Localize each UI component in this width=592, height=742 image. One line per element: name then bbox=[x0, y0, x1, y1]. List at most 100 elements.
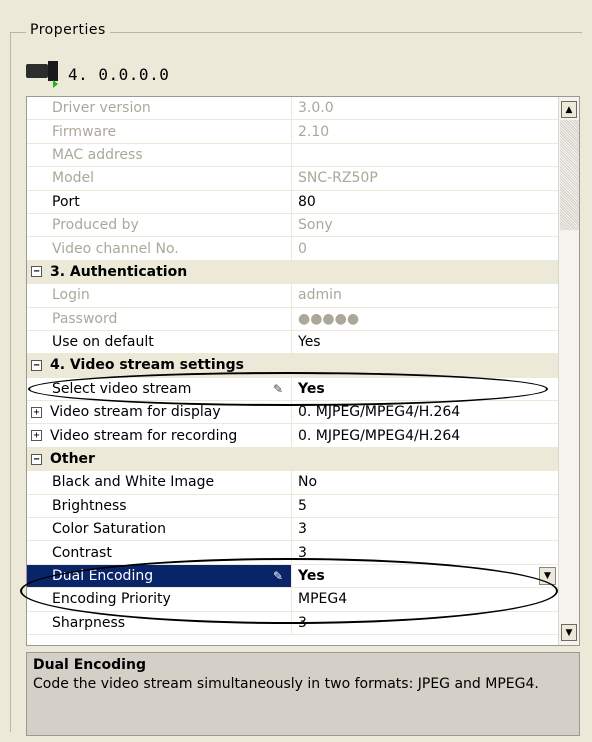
edit-pen-icon: ✎ bbox=[272, 381, 283, 396]
expand-icon[interactable]: + bbox=[31, 430, 42, 442]
property-name: MAC address bbox=[52, 146, 143, 163]
scroll-up-button[interactable]: ▲ bbox=[561, 101, 577, 118]
property-name: Brightness bbox=[52, 497, 127, 514]
property-row[interactable]: + Video stream for recording 0. MJPEG/MPEG… bbox=[27, 424, 558, 448]
property-value-text: Sony bbox=[298, 217, 333, 234]
expand-icon[interactable]: + bbox=[31, 406, 42, 418]
property-value-text: 2.10 bbox=[298, 123, 330, 140]
property-row[interactable]: Produced by Sony bbox=[27, 213, 558, 238]
property-value[interactable]: 0. MJPEG/MPEG4/H.264 bbox=[292, 424, 558, 446]
property-name: Color Saturation bbox=[52, 521, 166, 538]
property-value[interactable]: Yes bbox=[292, 331, 558, 353]
property-value-text: Yes bbox=[298, 380, 325, 397]
property-name: 4. Video stream settings bbox=[50, 357, 244, 374]
collapse-icon[interactable]: − bbox=[31, 359, 42, 371]
property-value[interactable]: 3 bbox=[292, 612, 558, 634]
section-header[interactable]: −3. Authentication bbox=[27, 260, 558, 285]
property-value[interactable]: SNC-RZ50P bbox=[292, 167, 558, 189]
property-row[interactable]: Use on default Yes bbox=[27, 330, 558, 355]
property-value[interactable]: 5 bbox=[292, 495, 558, 517]
property-name: Contrast bbox=[52, 544, 112, 561]
chevron-down-icon: ▼ bbox=[544, 571, 551, 581]
property-value[interactable]: ●●●●● bbox=[292, 308, 558, 330]
property-value[interactable]: admin bbox=[292, 284, 558, 306]
property-name: Sharpness bbox=[52, 614, 126, 631]
property-value-text: 3 bbox=[298, 614, 307, 631]
property-name: Login bbox=[52, 287, 90, 304]
camera-label: 4. 0.0.0.0 bbox=[68, 64, 170, 84]
property-row[interactable]: Contrast 3 bbox=[27, 541, 558, 565]
property-name: Driver version bbox=[52, 100, 151, 117]
property-name: Black and White Image bbox=[52, 474, 215, 491]
property-row[interactable]: Encoding Priority MPEG4 bbox=[27, 588, 558, 612]
dropdown-button[interactable]: ▼ bbox=[539, 567, 556, 585]
collapse-icon[interactable]: − bbox=[31, 266, 42, 278]
help-panel: Dual Encoding Code the video stream simu… bbox=[26, 652, 580, 736]
property-value[interactable]: 0 bbox=[292, 237, 558, 259]
section-header[interactable]: −4. Video stream settings bbox=[27, 354, 558, 378]
property-row[interactable]: Driver version 3.0.0 bbox=[27, 97, 558, 121]
property-value[interactable] bbox=[292, 447, 558, 471]
property-row[interactable]: Select video stream ✎ Yes bbox=[27, 377, 558, 402]
property-value-text: admin bbox=[298, 287, 342, 304]
property-name: Video stream for display bbox=[50, 404, 221, 421]
help-text: Code the video stream simultaneously in … bbox=[33, 676, 539, 692]
property-value-text: 80 bbox=[298, 193, 316, 210]
property-value[interactable] bbox=[292, 260, 558, 284]
property-value-text: 3.0.0 bbox=[298, 100, 334, 117]
camera-icon bbox=[26, 60, 62, 88]
scroll-down-button[interactable]: ▼ bbox=[561, 624, 577, 641]
property-value[interactable]: 3 bbox=[292, 518, 558, 540]
property-row[interactable]: Color Saturation 3 bbox=[27, 518, 558, 542]
property-grid-rows: Driver version 3.0.0 Firmware 2.10 MAC addre… bbox=[27, 97, 558, 635]
property-value[interactable]: 3.0.0 bbox=[292, 97, 558, 119]
property-row[interactable]: Video channel No. 0 bbox=[27, 237, 558, 261]
property-row[interactable]: Port 80 bbox=[27, 190, 558, 214]
property-value-text: Yes bbox=[298, 334, 321, 351]
scrollbar-track[interactable] bbox=[560, 120, 579, 230]
property-value[interactable]: 0. MJPEG/MPEG4/H.264 bbox=[292, 401, 558, 423]
property-value[interactable]: 2.10 bbox=[292, 120, 558, 142]
properties-title: Properties bbox=[26, 22, 110, 38]
property-row[interactable]: Model SNC-RZ50P bbox=[27, 167, 558, 191]
property-row[interactable]: Sharpness 3 bbox=[27, 611, 558, 635]
property-row[interactable]: Password ●●●●● bbox=[27, 307, 558, 331]
property-row[interactable]: MAC address bbox=[27, 143, 558, 168]
property-row[interactable]: Login admin bbox=[27, 284, 558, 308]
property-value[interactable]: Yes ▼ bbox=[292, 565, 558, 587]
property-row[interactable]: + Video stream for display 0. MJPEG/MPEG4/… bbox=[27, 401, 558, 425]
property-value-text: ●●●●● bbox=[298, 310, 360, 327]
property-value[interactable]: MPEG4 bbox=[292, 588, 558, 610]
property-value[interactable]: Yes bbox=[292, 378, 558, 400]
property-row[interactable]: Black and White Image No bbox=[27, 471, 558, 495]
arrow-down-icon: ▼ bbox=[565, 627, 573, 638]
property-value-text: SNC-RZ50P bbox=[298, 170, 378, 187]
properties-panel: Properties 4. 0.0.0.0 Driver version 3.0.… bbox=[0, 0, 592, 742]
property-value[interactable]: Sony bbox=[292, 214, 558, 236]
property-name: Model bbox=[52, 170, 95, 187]
help-title: Dual Encoding bbox=[33, 657, 146, 673]
property-name: Produced by bbox=[52, 217, 139, 234]
property-name: Port bbox=[52, 193, 80, 210]
property-value[interactable] bbox=[292, 354, 558, 377]
property-name: Firmware bbox=[52, 123, 117, 140]
camera-header: 4. 0.0.0.0 bbox=[26, 58, 169, 90]
property-name: Video channel No. bbox=[52, 240, 179, 257]
property-value[interactable]: No bbox=[292, 471, 558, 493]
property-value-text: MPEG4 bbox=[298, 591, 348, 608]
collapse-icon[interactable]: − bbox=[31, 453, 42, 465]
property-value[interactable] bbox=[292, 144, 558, 166]
vertical-scrollbar[interactable]: ▲ ▼ bbox=[558, 97, 579, 645]
property-value[interactable]: 80 bbox=[292, 191, 558, 213]
property-row[interactable]: Brightness 5 bbox=[27, 494, 558, 519]
property-name: Use on default bbox=[52, 334, 154, 351]
property-value-text: No bbox=[298, 474, 318, 491]
property-row[interactable]: Dual Encoding ✎ Yes ▼ bbox=[27, 564, 558, 589]
property-value-text: 0. MJPEG/MPEG4/H.264 bbox=[298, 404, 461, 421]
section-header[interactable]: − Other bbox=[27, 447, 558, 472]
property-grid[interactable]: Driver version 3.0.0 Firmware 2.10 MAC addre… bbox=[26, 96, 580, 646]
property-row[interactable]: Firmware 2.10 bbox=[27, 120, 558, 144]
property-value[interactable]: 3 bbox=[292, 541, 558, 563]
edit-pen-icon: ✎ bbox=[272, 569, 283, 583]
property-name: Select video stream bbox=[52, 380, 192, 397]
